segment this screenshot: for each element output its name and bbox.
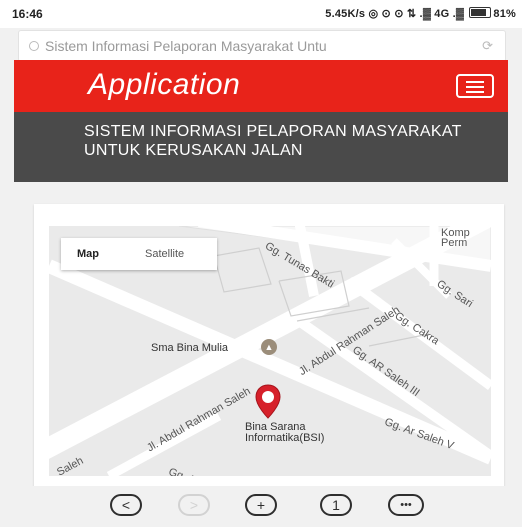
network-speed: 5.45K/s xyxy=(325,8,366,20)
url-text[interactable]: Sistem Informasi Pelaporan Masyarakat Un… xyxy=(45,38,455,54)
tabs-count-button[interactable]: 1 xyxy=(320,494,352,516)
page-heading-bar: SISTEM INFORMASI PELAPORAN MASYARAKAT UN… xyxy=(14,112,508,182)
map-view[interactable]: Map Satellite Gg. Tunas Bakti Gg. Sari G… xyxy=(49,226,491,476)
status-indicators: 5.45K/s ◎ ⊙ ⊙ ⇅ .▓ 4G .▓ 81% xyxy=(325,7,516,20)
map-type-map-button[interactable]: Map xyxy=(77,248,99,260)
battery-level: 81% xyxy=(493,8,516,20)
poi-label: Sma Bina Mulia xyxy=(151,342,229,354)
map-type-satellite-button[interactable]: Satellite xyxy=(145,248,184,260)
hamburger-icon xyxy=(466,81,484,83)
signal-icons: ◎ ⊙ ⊙ ⇅ .▓ 4G .▓ xyxy=(368,8,465,20)
map-type-toggle[interactable]: Map Satellite xyxy=(61,238,217,270)
app-title: Application xyxy=(88,68,241,101)
browser-bottom-bar: < > + 1 ••• xyxy=(0,486,522,527)
page-heading: SISTEM INFORMASI PELAPORAN MASYARAKAT UN… xyxy=(84,123,462,159)
new-tab-button[interactable]: + xyxy=(245,494,277,516)
forward-button[interactable]: > xyxy=(178,494,210,516)
back-button[interactable]: < xyxy=(110,494,142,516)
status-time: 16:46 xyxy=(12,7,43,21)
school-icon: ▲ xyxy=(261,339,277,355)
security-icon xyxy=(29,41,39,51)
poi-label: Bina Sarana Informatika(BSI) xyxy=(245,421,325,444)
more-menu-button[interactable]: ••• xyxy=(388,494,424,516)
status-bar: 16:46 5.45K/s ◎ ⊙ ⊙ ⇅ .▓ 4G .▓ 81% xyxy=(0,0,522,28)
location-pin-icon[interactable] xyxy=(255,384,281,420)
place-label: Komp Perm xyxy=(441,227,470,249)
reload-icon[interactable]: ⟳ xyxy=(482,38,493,54)
app-header: Application xyxy=(14,60,508,112)
battery-icon xyxy=(469,7,492,18)
address-bar[interactable]: Sistem Informasi Pelaporan Masyarakat Un… xyxy=(18,30,506,62)
menu-toggle-button[interactable] xyxy=(456,74,494,98)
